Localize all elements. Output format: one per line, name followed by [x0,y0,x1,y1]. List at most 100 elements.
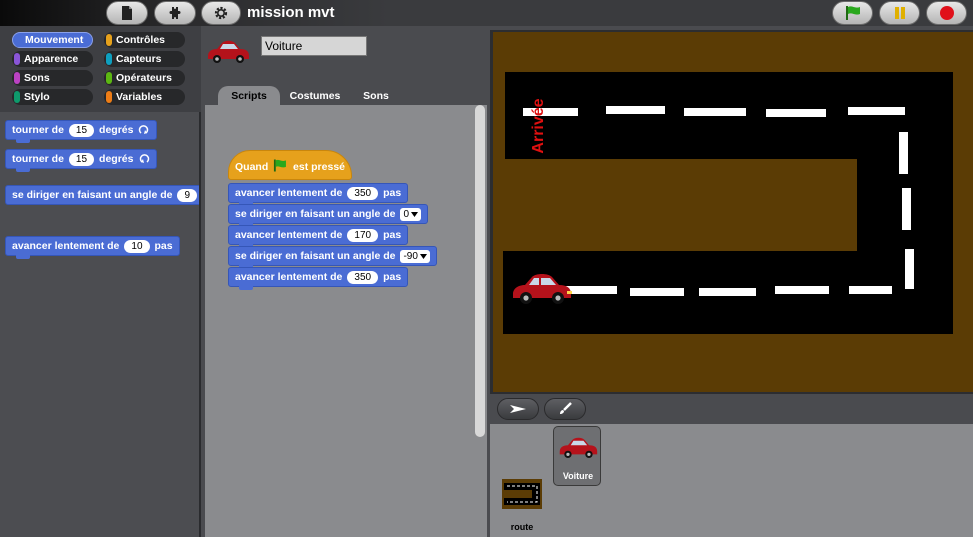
puzzle-icon [169,7,181,19]
category-label: Opérateurs [116,72,173,84]
road-thumbnail-icon [504,483,540,505]
category-color-swatch [15,35,21,47]
category-color-swatch [14,72,20,84]
category-color-swatch [14,53,20,65]
category-label: Apparence [24,53,79,65]
stop-button[interactable] [926,1,967,25]
stage[interactable]: Arrivée [493,32,973,392]
arrow-icon [510,405,526,413]
category-color-swatch [106,72,112,84]
new-project-button[interactable] [106,1,148,25]
angle-input[interactable]: 9 [177,188,198,202]
script-area[interactable]: Quand est pressé avancer lentement de 35… [205,105,487,537]
pause-button[interactable] [879,1,920,25]
block-label: avancer lentement de [235,229,343,241]
category-color-swatch [106,91,112,103]
paintbrush-icon [560,402,572,414]
road-backdrop [503,72,953,334]
angle-value: 0 [403,208,410,220]
category-variables[interactable]: Variables [104,89,185,105]
steps-input[interactable]: 10 [124,239,150,253]
block-suffix: pas [383,271,402,283]
gear-icon [214,6,228,20]
point-direction-block[interactable]: se diriger en faisant un angle de 0 [228,204,429,227]
angle-dropdown[interactable]: -90 [400,249,430,263]
sprite-label: Voiture [562,471,594,481]
degrees-input[interactable]: 15 [68,152,95,166]
block-suffix: degrés [99,124,134,136]
block-suffix: pas [383,187,402,199]
block-suffix: pas [154,240,173,252]
steps-input[interactable]: 350 [347,186,379,200]
rotate-left-icon [140,154,150,163]
category-opérateurs[interactable]: Opérateurs [104,70,185,86]
move-slowly-block[interactable]: avancer lentement de 170 pas [228,225,409,248]
category-capteurs[interactable]: Capteurs [104,51,185,67]
car-sprite-icon [559,437,598,459]
move-slowly-block[interactable]: avancer lentement de 350 pas [228,267,409,290]
category-apparence[interactable]: Apparence [12,51,93,67]
green-flag-icon [845,6,860,20]
category-color-swatch [106,53,112,65]
green-flag-icon [274,159,287,172]
steps-input[interactable]: 350 [347,270,379,284]
degrees-input[interactable]: 15 [68,123,95,137]
green-flag-button[interactable] [832,1,873,25]
angle-dropdown[interactable]: 0 [400,207,422,221]
paint-sprite-button[interactable] [544,398,586,420]
sprite-name-input[interactable] [261,36,367,56]
category-contrôles[interactable]: Contrôles [104,32,185,48]
top-bar: mission mvt [0,0,973,26]
category-mouvement[interactable]: Mouvement [12,32,93,48]
block-label: se diriger en faisant un angle de [235,250,396,262]
category-color-swatch [14,91,20,103]
rotate-right-icon [139,125,149,134]
category-label: Sons [24,72,50,84]
tab-scripts[interactable]: Scripts [218,86,280,106]
hat-prefix: Quand [235,161,269,173]
category-label: Variables [116,91,163,103]
block-label: avancer lentement de [235,271,343,283]
project-title: mission mvt [247,4,335,21]
stage-thumbnail[interactable] [502,479,542,509]
block-label: avancer lentement de [12,240,120,252]
block-palette: tourner de 15 degrés tourner de 15 degré… [0,112,201,537]
turn-left-block[interactable]: tourner de 15 degrés [5,149,158,172]
block-label: tourner de [12,153,64,165]
sprite-tools-bar [490,394,973,424]
script-scrollbar[interactable] [475,105,485,437]
car-sprite-icon [208,40,249,63]
finish-label: Arrivée [530,98,547,154]
share-button[interactable] [154,1,196,25]
point-direction-block[interactable]: se diriger en faisant un angle de -90 [228,246,437,269]
block-label: avancer lentement de [235,187,343,199]
block-suffix: pas [383,229,402,241]
category-stylo[interactable]: Stylo [12,89,93,105]
dropdown-arrow-icon [419,253,427,259]
point-direction-block[interactable]: se diriger en faisant un angle de 9 [5,185,199,205]
category-label: Contrôles [116,34,166,46]
tab-costumes[interactable]: Costumes [283,86,347,106]
file-icon [122,6,132,20]
when-flag-clicked-block[interactable]: Quand est pressé [228,150,352,180]
block-label: se diriger en faisant un angle de [12,189,173,201]
dropdown-arrow-icon [411,211,419,217]
settings-button[interactable] [201,1,241,25]
car-sprite[interactable] [509,272,575,308]
pause-icon [894,7,905,19]
category-label: Stylo [24,91,50,103]
category-sons[interactable]: Sons [12,70,93,86]
tab-sounds[interactable]: Sons [352,86,400,106]
category-color-swatch [106,34,112,46]
turn-right-block[interactable]: tourner de 15 degrés [5,120,158,143]
stage-label: route [510,522,534,532]
sprite-thumbnail[interactable]: Voiture [553,426,601,486]
steps-input[interactable]: 170 [347,228,379,242]
move-slowly-block[interactable]: avancer lentement de 10 pas [5,236,180,259]
hat-suffix: est pressé [293,161,345,173]
category-label: Mouvement [25,34,84,46]
block-suffix: degrés [99,153,134,165]
category-label: Capteurs [116,53,162,65]
move-slowly-block[interactable]: avancer lentement de 350 pas [228,183,409,206]
choose-sprite-button[interactable] [497,398,539,420]
